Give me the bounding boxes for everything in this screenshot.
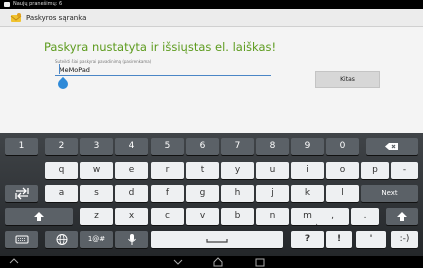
shift-icon	[34, 212, 44, 221]
tab-icon	[14, 187, 29, 200]
shift-right-key[interactable]	[386, 208, 418, 225]
next-button[interactable]: Kitas	[315, 71, 380, 88]
key-question[interactable]: ?	[291, 231, 324, 248]
app-account-icon	[10, 13, 22, 22]
key-k[interactable]: k	[291, 185, 324, 202]
key-f[interactable]: f	[151, 185, 184, 202]
key-t[interactable]: t	[186, 162, 219, 179]
home-nav-icon[interactable]	[212, 257, 224, 267]
shift-left-key[interactable]	[5, 208, 73, 225]
key-i[interactable]: i	[291, 162, 324, 179]
key-5[interactable]: 5	[151, 138, 184, 155]
key-c[interactable]: c	[151, 208, 184, 225]
key-8[interactable]: 8	[256, 138, 289, 155]
key-l[interactable]: l	[326, 185, 359, 202]
key-2[interactable]: 2	[45, 138, 78, 155]
onscreen-keyboard: 1 2 3 4 5 6 7 8 9 0 q w e r t y u i o p …	[0, 133, 423, 256]
account-name-value[interactable]: MeMoPad	[59, 66, 90, 74]
space-key[interactable]	[151, 231, 283, 248]
key-v[interactable]: v	[186, 208, 219, 225]
voice-input-key[interactable]	[115, 231, 148, 248]
backspace-icon	[385, 143, 398, 150]
key-4[interactable]: 4	[115, 138, 148, 155]
key-comma[interactable]: ,	[316, 208, 349, 225]
key-7[interactable]: 7	[221, 138, 254, 155]
key-w[interactable]: w	[80, 162, 113, 179]
symbols-key[interactable]: 1@#	[80, 231, 113, 248]
key-n[interactable]: n	[256, 208, 289, 225]
key-j[interactable]: j	[256, 185, 289, 202]
headline: Paskyra nustatyta ir išsiųstas el. laišk…	[44, 40, 277, 54]
key-o[interactable]: o	[326, 162, 359, 179]
hide-keyboard-icon[interactable]	[172, 257, 184, 267]
keyboard-settings-icon	[15, 235, 28, 244]
key-0[interactable]: 0	[326, 138, 359, 155]
screen: Naujų pranešimų: 6 Paskyros sąranka Pask…	[0, 0, 423, 268]
page-title: Paskyros sąranka	[26, 14, 87, 22]
key-h[interactable]: h	[221, 185, 254, 202]
cursor-handle[interactable]	[55, 76, 71, 92]
key-g[interactable]: g	[186, 185, 219, 202]
backspace-key[interactable]	[366, 138, 418, 155]
key-1[interactable]: 1	[5, 138, 38, 155]
key-q[interactable]: q	[45, 162, 78, 179]
key-period[interactable]: .	[351, 208, 379, 225]
key-y[interactable]: y	[221, 162, 254, 179]
next-key[interactable]: Next	[361, 185, 418, 202]
globe-icon	[56, 234, 67, 245]
key-6[interactable]: 6	[186, 138, 219, 155]
key-x[interactable]: x	[115, 208, 148, 225]
emoticon-key[interactable]: :-)	[391, 231, 418, 248]
language-key[interactable]	[45, 231, 78, 248]
key-apostrophe[interactable]: '	[356, 231, 386, 248]
text-cursor	[59, 64, 60, 74]
key-d[interactable]: d	[115, 185, 148, 202]
notification-text: Naujų pranešimų: 6	[13, 1, 63, 7]
key-a[interactable]: a	[45, 185, 78, 202]
navigation-bar	[0, 256, 423, 268]
key-r[interactable]: r	[151, 162, 184, 179]
mic-icon	[127, 234, 136, 245]
account-name-input[interactable]: MeMoPad	[55, 64, 271, 76]
key-z[interactable]: z	[80, 208, 113, 225]
key-dash[interactable]: -	[391, 162, 418, 179]
key-3[interactable]: 3	[80, 138, 113, 155]
key-b[interactable]: b	[221, 208, 254, 225]
key-9[interactable]: 9	[291, 138, 324, 155]
key-e[interactable]: e	[115, 162, 148, 179]
key-exclaim[interactable]: !	[326, 231, 352, 248]
back-nav-icon[interactable]	[8, 257, 20, 267]
recents-nav-icon[interactable]	[254, 257, 266, 267]
status-bar: Naujų pranešimų: 6	[0, 0, 423, 9]
action-bar: Paskyros sąranka	[0, 9, 423, 27]
keyboard-settings-key[interactable]	[5, 231, 38, 248]
key-p[interactable]: p	[361, 162, 389, 179]
mail-icon	[4, 2, 10, 7]
key-s[interactable]: s	[80, 185, 113, 202]
space-icon	[206, 239, 228, 243]
tab-key[interactable]	[5, 185, 38, 202]
shift-icon	[397, 212, 407, 221]
key-u[interactable]: u	[256, 162, 289, 179]
main-content: Paskyra nustatyta ir išsiųstas el. laišk…	[0, 27, 423, 133]
